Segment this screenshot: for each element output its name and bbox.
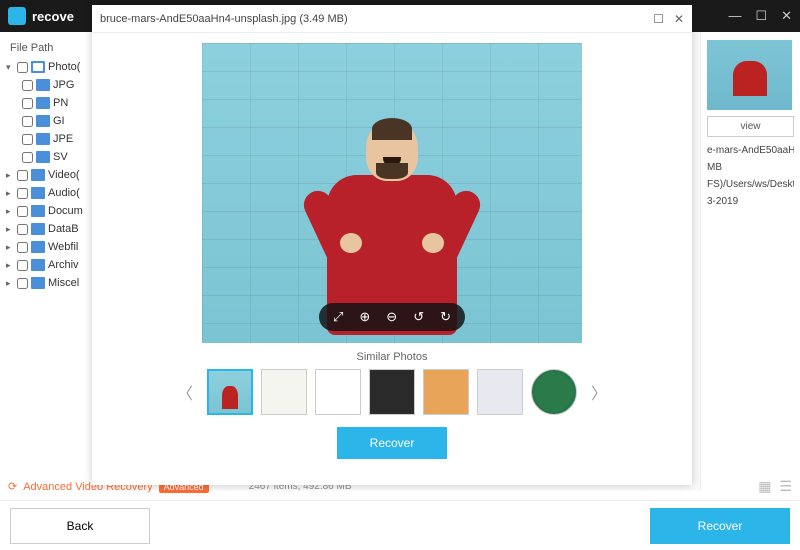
tree-item-archive[interactable]: ▸Archiv (4, 256, 90, 274)
preview-recover-button[interactable]: Recover (337, 427, 447, 459)
tree-item-database[interactable]: ▸DataB (4, 220, 90, 238)
meta-filename: e-mars-AndE50aaH nsplash.jpg (707, 145, 794, 156)
file-icon (36, 115, 50, 127)
checkbox[interactable] (17, 188, 28, 199)
checkbox[interactable] (22, 152, 33, 163)
folder-icon (31, 187, 45, 199)
fit-screen-icon[interactable]: ⤢ (333, 309, 343, 325)
file-icon (36, 97, 50, 109)
zoom-out-icon[interactable]: ⊖ (386, 309, 397, 325)
tree-item-document[interactable]: ▸Docum (4, 202, 90, 220)
view-button[interactable]: view (707, 116, 794, 137)
tree-item-gif[interactable]: GI (4, 112, 90, 130)
list-view-icon[interactable]: ☰ (779, 478, 792, 495)
similar-photos-label: Similar Photos (92, 351, 692, 363)
sidebar: File Path ▾Photo( JPG PN GI JPE SV ▸Vide… (0, 32, 95, 490)
folder-icon (31, 61, 45, 73)
footer-bar: Back Recover (0, 500, 800, 550)
file-icon (36, 151, 50, 163)
file-icon (36, 79, 50, 91)
folder-icon (31, 241, 45, 253)
window-controls: — ☐ ✕ (728, 8, 792, 24)
zoom-in-icon[interactable]: ⊕ (359, 309, 370, 325)
details-panel: view e-mars-AndE50aaH nsplash.jpg MB FS)… (700, 32, 800, 490)
checkbox[interactable] (17, 224, 28, 235)
thumbnail[interactable] (477, 369, 523, 415)
minimize-button[interactable]: — (728, 8, 741, 24)
recover-button[interactable]: Recover (650, 508, 790, 544)
tree-item-jpg[interactable]: JPG (4, 76, 90, 94)
file-path-label: File Path (4, 38, 90, 58)
brand-text: recove (32, 9, 74, 24)
tree-item-audio[interactable]: ▸Audio( (4, 184, 90, 202)
preview-header: bruce-mars-AndE50aaHn4-unsplash.jpg (3.4… (92, 5, 692, 33)
meta-path: FS)/Users/ws/Deskt 85/Photos (707, 179, 794, 190)
checkbox[interactable] (17, 62, 28, 73)
checkbox[interactable] (22, 98, 33, 109)
prev-arrow-icon[interactable]: 〈 (171, 380, 199, 404)
tree-item-webfile[interactable]: ▸Webfil (4, 238, 90, 256)
tree-item-jpeg[interactable]: JPE (4, 130, 90, 148)
thumbnail[interactable] (207, 369, 253, 415)
checkbox[interactable] (22, 116, 33, 127)
app-logo: recove (8, 7, 74, 25)
checkbox[interactable] (17, 170, 28, 181)
meta-date: 3-2019 (707, 196, 794, 207)
checkbox[interactable] (22, 80, 33, 91)
checkbox[interactable] (22, 134, 33, 145)
preview-maximize-icon[interactable]: ☐ (653, 12, 664, 26)
grid-view-icon[interactable]: ▦ (758, 478, 771, 495)
preview-window-controls: ☐ ✕ (653, 12, 684, 26)
preview-modal: bruce-mars-AndE50aaHn4-unsplash.jpg (3.4… (92, 5, 692, 485)
tree-item-misc[interactable]: ▸Miscel (4, 274, 90, 292)
tree-item-png[interactable]: PN (4, 94, 90, 112)
next-arrow-icon[interactable]: 〉 (585, 380, 613, 404)
preview-close-icon[interactable]: ✕ (674, 12, 684, 26)
preview-title: bruce-mars-AndE50aaHn4-unsplash.jpg (3.4… (100, 13, 653, 25)
tree-item-photo[interactable]: ▾Photo( (4, 58, 90, 76)
checkbox[interactable] (17, 278, 28, 289)
detail-thumbnail (707, 40, 792, 110)
tree-item-video[interactable]: ▸Video( (4, 166, 90, 184)
folder-icon (31, 223, 45, 235)
image-toolbar: ⤢ ⊕ ⊖ ↺ ↻ (319, 303, 465, 331)
checkbox[interactable] (17, 242, 28, 253)
maximize-button[interactable]: ☐ (755, 8, 767, 24)
checkbox[interactable] (17, 260, 28, 271)
logo-icon (8, 7, 26, 25)
thumbnail[interactable] (531, 369, 577, 415)
tree-item-svg[interactable]: SV (4, 148, 90, 166)
view-mode-toggles: ▦ ☰ (758, 478, 792, 495)
folder-icon (31, 205, 45, 217)
file-icon (36, 133, 50, 145)
thumbnail[interactable] (261, 369, 307, 415)
back-button[interactable]: Back (10, 508, 150, 544)
folder-icon (31, 169, 45, 181)
folder-icon (31, 277, 45, 289)
thumbnail[interactable] (315, 369, 361, 415)
close-button[interactable]: ✕ (781, 8, 792, 24)
meta-size: MB (707, 162, 794, 173)
similar-thumbnails: 〈 〉 (92, 369, 692, 415)
folder-icon (31, 259, 45, 271)
preview-image: ⤢ ⊕ ⊖ ↺ ↻ (202, 43, 582, 343)
checkbox[interactable] (17, 206, 28, 217)
rotate-right-icon[interactable]: ↻ (440, 309, 451, 325)
rotate-left-icon[interactable]: ↺ (413, 309, 424, 325)
reload-icon[interactable]: ⟳ (8, 480, 17, 493)
thumbnail[interactable] (369, 369, 415, 415)
thumbnail[interactable] (423, 369, 469, 415)
